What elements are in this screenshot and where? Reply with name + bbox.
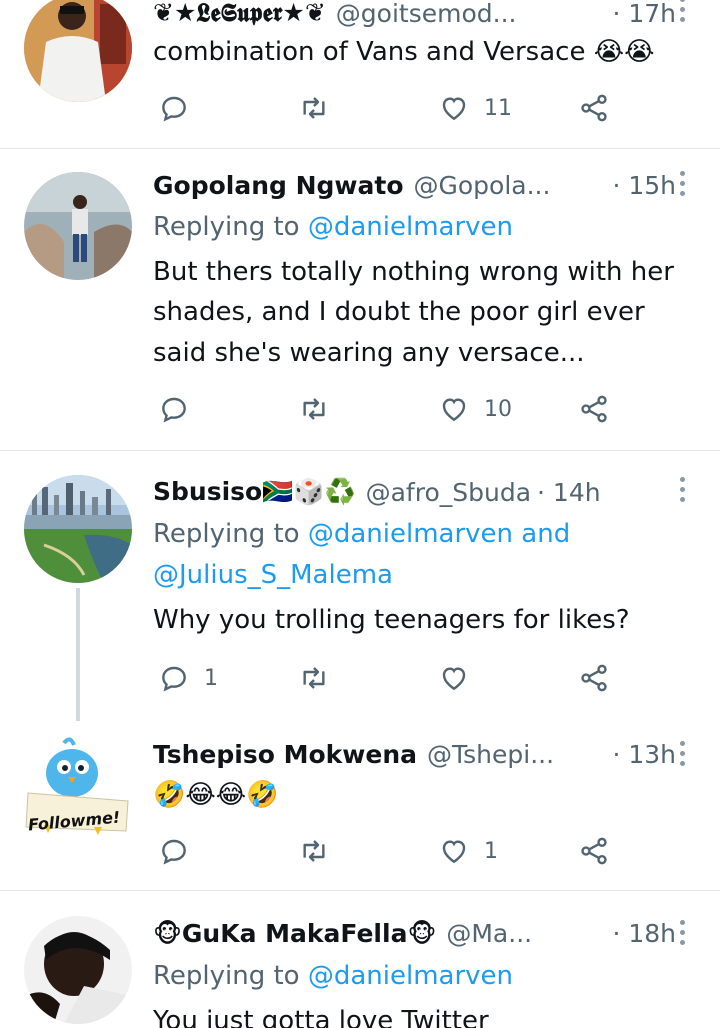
tweet-text: 🤣😂😂🤣 xyxy=(153,775,279,815)
heart-icon xyxy=(442,840,466,864)
timestamp[interactable]: · 17h xyxy=(612,0,678,28)
display-name[interactable]: Gopolang Ngwato xyxy=(153,171,404,200)
username[interactable]: @Ma... xyxy=(446,919,532,948)
reply-button[interactable] xyxy=(158,389,204,429)
heart-icon xyxy=(442,398,466,422)
replying-to: Replying to @danielmarven xyxy=(153,956,513,996)
like-count: 11 xyxy=(484,95,512,121)
share-button[interactable] xyxy=(578,389,610,429)
retweet-icon xyxy=(303,97,325,119)
avatar[interactable]: Followme! xyxy=(24,731,132,839)
like-count: 1 xyxy=(484,838,498,864)
tweet-4[interactable]: Followme! Tshepiso Mokwena @Tshepi... · … xyxy=(0,721,720,890)
username[interactable]: @goitsemod... xyxy=(336,0,517,28)
display-name[interactable]: Sbusiso🇿🇦🎲♻️ xyxy=(153,477,356,507)
tweet-text-line: combination of Vans and Versace 😭😭 xyxy=(153,37,655,67)
tweet-text: combination of Vans and Versace 😭😭 xyxy=(153,32,654,72)
replying-to-label: Replying to xyxy=(153,519,308,549)
display-name[interactable]: 🐵GuKa MakaFella🐵 xyxy=(153,919,436,948)
share-button[interactable] xyxy=(578,88,610,128)
replying-to-label: Replying to xyxy=(153,961,308,991)
share-button[interactable] xyxy=(578,831,610,871)
retweet-button[interactable] xyxy=(298,658,344,698)
retweet-button[interactable] xyxy=(298,389,344,429)
tweet-text-line: You just gotta love Twitter xyxy=(153,1006,489,1028)
like-button[interactable]: 10 xyxy=(438,389,512,429)
share-icon xyxy=(581,664,607,692)
thread-connector xyxy=(76,588,80,721)
more-icon[interactable] xyxy=(680,477,686,507)
timestamp[interactable]: · 15h xyxy=(612,171,678,200)
avatar[interactable] xyxy=(24,916,132,1024)
heart-icon xyxy=(442,97,466,121)
username[interactable]: @Tshepi... xyxy=(427,740,554,769)
tweet-header: Tshepiso Mokwena @Tshepi... · 13h xyxy=(153,737,678,771)
tweet-header: Sbusiso🇿🇦🎲♻️ @afro_Sbuda · 14h xyxy=(153,475,678,509)
tweet-actions: 1 xyxy=(0,831,720,871)
avatar[interactable] xyxy=(24,0,132,102)
tweet-actions: 11 xyxy=(0,88,720,128)
more-icon[interactable] xyxy=(680,171,686,201)
mention-link[interactable]: @Julius_S_Malema xyxy=(153,555,393,595)
display-name[interactable]: Tshepiso Mokwena xyxy=(153,740,417,769)
reply-button[interactable] xyxy=(158,831,204,871)
username[interactable]: @Gopola... xyxy=(414,171,551,200)
username[interactable]: @afro_Sbuda xyxy=(366,478,531,507)
tweet-header: ❦★𝕷𝖊𝕾𝖚𝖕𝖊𝖗★❦ @goitsemod... · 17h xyxy=(153,0,678,30)
retweet-button[interactable] xyxy=(298,88,344,128)
mention-link[interactable]: @danielmarven xyxy=(308,961,513,991)
reply-icon xyxy=(162,96,186,122)
more-icon[interactable] xyxy=(680,741,686,771)
replying-to: Replying to @danielmarven xyxy=(153,207,513,247)
share-icon xyxy=(581,837,607,865)
avatar[interactable] xyxy=(24,475,132,583)
timestamp[interactable]: · 14h xyxy=(537,478,603,507)
display-name[interactable]: ❦★𝕷𝖊𝕾𝖚𝖕𝖊𝖗★❦ xyxy=(153,0,326,28)
timestamp[interactable]: · 13h xyxy=(612,740,678,769)
retweet-icon xyxy=(303,840,325,862)
reply-count: 1 xyxy=(204,665,218,691)
reply-button[interactable]: 1 xyxy=(158,658,218,698)
tweet-1[interactable]: ❦★𝕷𝖊𝕾𝖚𝖕𝖊𝖗★❦ @goitsemod... · 17h combinat… xyxy=(0,0,720,148)
tweet-text-line: said she's wearing any versace... xyxy=(153,338,585,368)
tweet-2[interactable]: Gopolang Ngwato @Gopola... · 15h Replyin… xyxy=(0,149,720,450)
share-icon xyxy=(581,94,607,122)
replying-to-label: Replying to xyxy=(153,212,308,242)
tweet-text-line: shades, and I doubt the poor girl ever xyxy=(153,297,645,327)
like-button[interactable]: 11 xyxy=(438,88,512,128)
tweet-text-line: Why you trolling teenagers for likes? xyxy=(153,605,630,635)
avatar[interactable] xyxy=(24,172,132,280)
tweet-header: Gopolang Ngwato @Gopola... · 15h xyxy=(153,168,678,202)
like-count: 10 xyxy=(484,396,512,422)
share-button[interactable] xyxy=(578,658,610,698)
tweet-actions: 10 xyxy=(0,389,720,429)
retweet-icon xyxy=(303,398,325,420)
reply-button[interactable] xyxy=(158,88,204,128)
share-icon xyxy=(581,395,607,423)
retweet-button[interactable] xyxy=(298,831,344,871)
retweet-icon xyxy=(303,667,325,689)
heart-icon xyxy=(442,667,466,691)
mention-link[interactable]: @danielmarven xyxy=(308,212,513,242)
reply-icon xyxy=(162,397,186,423)
tweet-3[interactable]: Sbusiso🇿🇦🎲♻️ @afro_Sbuda · 14h Replying … xyxy=(0,451,720,721)
more-icon[interactable] xyxy=(680,920,686,950)
like-button[interactable] xyxy=(438,658,484,698)
reply-icon xyxy=(162,839,186,865)
replying-to: Replying to @danielmarven and xyxy=(153,514,570,554)
tweet-emoji-line: 🤣😂😂🤣 xyxy=(153,780,279,810)
mention-link[interactable]: @danielmarven and xyxy=(308,519,570,549)
reply-icon xyxy=(162,666,186,692)
tweet-actions: 1 xyxy=(0,658,720,698)
tweet-header: 🐵GuKa MakaFella🐵 @Ma... · 18h xyxy=(153,916,678,950)
timestamp[interactable]: · 18h xyxy=(612,919,678,948)
more-icon[interactable] xyxy=(680,0,686,27)
tweet-text-line: But thers totally nothing wrong with her xyxy=(153,257,674,287)
like-button[interactable]: 1 xyxy=(438,831,498,871)
tweet-5[interactable]: 🐵GuKa MakaFella🐵 @Ma... · 18h Replying t… xyxy=(0,891,720,1028)
